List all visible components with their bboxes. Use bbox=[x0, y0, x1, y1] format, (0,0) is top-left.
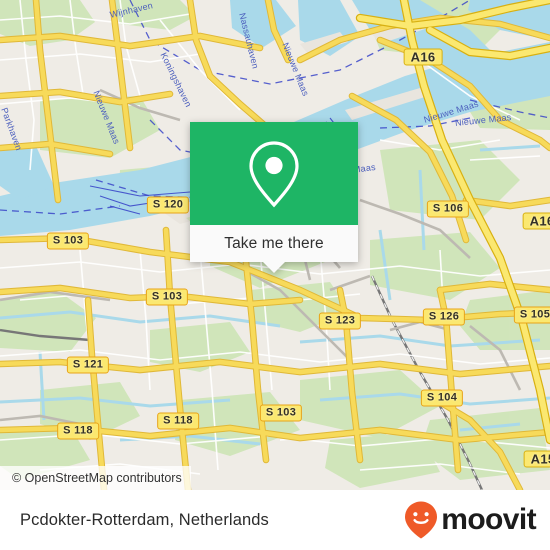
road-shield: S 121 bbox=[66, 356, 110, 374]
screenshot-root: Wijnhaven Nassauhaven Koningshaven Nieuwe M… bbox=[0, 0, 550, 550]
road-shield: A16 bbox=[403, 48, 443, 66]
moovit-wordmark: moovit bbox=[441, 503, 536, 536]
bottom-bar: Pcdokter-Rotterdam, Netherlands moovit bbox=[0, 490, 550, 550]
road-shield: S 103 bbox=[259, 404, 303, 422]
road-shield: S 105 bbox=[513, 306, 550, 324]
take-me-there-popup[interactable]: Take me there bbox=[190, 122, 358, 273]
road-shield: S 103 bbox=[46, 232, 90, 250]
moovit-smiley-pin-icon bbox=[405, 501, 438, 539]
road-shield: S 120 bbox=[146, 196, 190, 214]
road-shield: S 123 bbox=[318, 312, 362, 330]
road-shield: S 106 bbox=[426, 200, 470, 218]
road-shield: S 118 bbox=[157, 412, 199, 430]
road-shield: A16 bbox=[522, 212, 550, 230]
road-shield: A15 bbox=[523, 450, 550, 468]
popup-image-area bbox=[190, 122, 358, 225]
moovit-logo[interactable]: moovit bbox=[403, 500, 537, 540]
take-me-there-label: Take me there bbox=[224, 234, 324, 252]
road-shield: S 118 bbox=[57, 422, 99, 440]
popup-footer[interactable]: Take me there bbox=[190, 225, 358, 273]
place-title: Pcdokter-Rotterdam, Netherlands bbox=[20, 510, 269, 529]
road-shield: S 103 bbox=[145, 288, 189, 306]
road-shield: S 104 bbox=[420, 389, 464, 407]
map-pin-icon bbox=[249, 140, 299, 207]
road-shield: S 126 bbox=[422, 308, 466, 326]
osm-attribution[interactable]: © OpenStreetMap contributors bbox=[0, 466, 191, 490]
popup-tail bbox=[263, 262, 285, 273]
